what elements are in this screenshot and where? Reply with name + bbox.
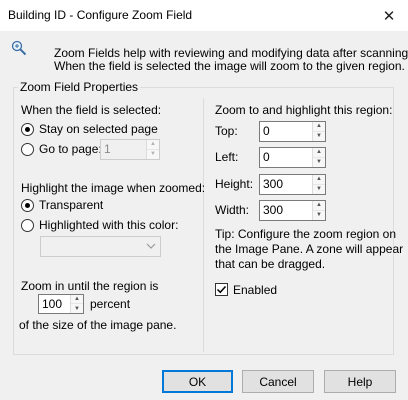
close-icon: ✕	[382, 7, 396, 25]
cancel-button-label: Cancel	[259, 374, 297, 389]
left-up-arrow-icon[interactable]: ▲	[313, 148, 325, 158]
highlight-color-label[interactable]: Highlighted with this color:	[39, 218, 178, 232]
page-number-stepper[interactable]: 1 ▲ ▼	[100, 139, 160, 160]
checkmark-icon	[216, 285, 227, 294]
tip-line-1: Tip: Configure the zoom region on	[215, 227, 396, 241]
when-selected-label: When the field is selected:	[21, 103, 162, 117]
page-up-arrow-icon[interactable]: ▲	[147, 140, 159, 150]
highlight-label: Highlight the image when zoomed:	[21, 181, 206, 195]
width-up-arrow-icon[interactable]: ▲	[313, 201, 325, 211]
cancel-button[interactable]: Cancel	[242, 370, 314, 393]
height-label: Height:	[215, 177, 254, 191]
width-stepper[interactable]: 300 ▲ ▼	[259, 200, 326, 221]
enabled-label[interactable]: Enabled	[233, 283, 277, 297]
height-stepper[interactable]: 300 ▲ ▼	[259, 174, 326, 195]
ok-button[interactable]: OK	[162, 370, 233, 393]
go-to-page-label[interactable]: Go to page:	[39, 142, 102, 156]
zoom-percent-stepper[interactable]: 100 ▲ ▼	[38, 294, 84, 314]
stay-on-page-radio[interactable]	[21, 123, 34, 136]
help-button-label: Help	[347, 374, 373, 389]
height-value: 300	[263, 177, 284, 191]
percent-label: percent	[90, 297, 131, 311]
top-value: 0	[263, 124, 270, 138]
zoom-in-label: Zoom in until the region is	[21, 279, 159, 293]
help-button[interactable]: Help	[324, 370, 396, 393]
left-value: 0	[263, 150, 270, 164]
width-down-arrow-icon[interactable]: ▼	[313, 211, 325, 221]
height-stepper-buttons: ▲ ▼	[312, 175, 325, 194]
enabled-checkbox[interactable]	[215, 283, 228, 296]
page-down-arrow-icon[interactable]: ▼	[147, 150, 159, 160]
magnifier-icon	[11, 40, 27, 56]
width-value: 300	[263, 203, 284, 217]
left-label: Left:	[215, 150, 239, 164]
percent-down-arrow-icon[interactable]: ▼	[71, 304, 83, 313]
info-text-line-2: When the field is selected the image wil…	[54, 59, 405, 73]
width-label: Width:	[215, 203, 250, 217]
top-up-arrow-icon[interactable]: ▲	[313, 122, 325, 132]
radio-selected-dot	[25, 203, 30, 208]
height-down-arrow-icon[interactable]: ▼	[313, 185, 325, 195]
tip-line-3: that can be dragged.	[215, 257, 326, 271]
stay-on-page-label[interactable]: Stay on selected page	[39, 122, 158, 136]
transparent-radio[interactable]	[21, 199, 34, 212]
left-stepper[interactable]: 0 ▲ ▼	[259, 147, 326, 168]
radio-selected-dot	[25, 127, 30, 132]
zoom-percent-value: 100	[42, 297, 63, 311]
percent-stepper-buttons: ▲ ▼	[70, 295, 83, 313]
page-number-value: 1	[104, 142, 111, 156]
column-divider	[203, 98, 204, 352]
transparent-label[interactable]: Transparent	[39, 198, 103, 212]
highlight-color-radio[interactable]	[21, 219, 34, 232]
ok-button-label: OK	[188, 374, 207, 389]
region-label: Zoom to and highlight this region:	[215, 103, 393, 117]
top-stepper-buttons: ▲ ▼	[312, 122, 325, 141]
top-down-arrow-icon[interactable]: ▼	[313, 132, 325, 142]
percent-up-arrow-icon[interactable]: ▲	[71, 295, 83, 304]
group-legend: Zoom Field Properties	[18, 80, 141, 94]
close-button[interactable]: ✕	[370, 0, 408, 31]
go-to-page-radio[interactable]	[21, 143, 34, 156]
page-stepper-buttons: ▲ ▼	[146, 140, 159, 159]
info-text-line-1: Zoom Fields help with reviewing and modi…	[54, 46, 408, 60]
zoom-size-label: of the size of the image pane.	[19, 318, 177, 332]
left-down-arrow-icon[interactable]: ▼	[313, 158, 325, 168]
chevron-down-icon	[146, 243, 156, 249]
window-title: Building ID - Configure Zoom Field	[8, 8, 193, 22]
top-stepper[interactable]: 0 ▲ ▼	[259, 121, 326, 142]
color-select[interactable]	[40, 236, 161, 257]
height-up-arrow-icon[interactable]: ▲	[313, 175, 325, 185]
tip-line-2: the Image Pane. A zone will appear	[215, 242, 404, 256]
top-label: Top:	[215, 124, 238, 138]
width-stepper-buttons: ▲ ▼	[312, 201, 325, 220]
left-stepper-buttons: ▲ ▼	[312, 148, 325, 167]
